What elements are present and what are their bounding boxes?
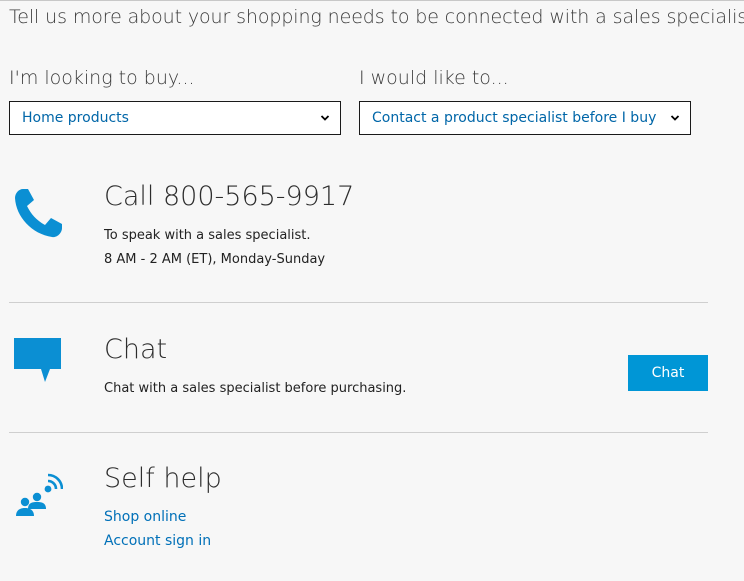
buy-select-value: Home products [22,110,129,126]
account-sign-in-link[interactable]: Account sign in [104,533,211,549]
call-description: To speak with a sales specialist. [104,228,311,243]
chevron-down-icon [320,115,330,121]
chat-description: Chat with a sales specialist before purc… [104,381,407,396]
action-label: I would like to... [359,67,509,89]
self-help-heading: Self help [104,463,222,494]
intro-text: Tell us more about your shopping needs t… [9,6,744,28]
buy-label: I'm looking to buy... [9,67,195,89]
chat-bubble-icon [14,338,61,382]
call-heading: Call 800-565-9917 [104,181,355,212]
buy-select[interactable]: Home products [9,101,341,135]
divider [9,302,708,303]
action-select-value: Contact a product specialist before I bu… [372,110,657,126]
phone-icon [15,189,62,238]
chat-button[interactable]: Chat [628,355,708,391]
chat-heading: Chat [104,334,168,365]
action-select[interactable]: Contact a product specialist before I bu… [359,101,691,135]
shop-online-link[interactable]: Shop online [104,509,186,525]
divider [9,432,708,433]
call-hours: 8 AM - 2 AM (ET), Monday-Sunday [104,252,326,267]
chevron-down-icon [670,115,680,121]
self-help-icon [16,473,63,516]
